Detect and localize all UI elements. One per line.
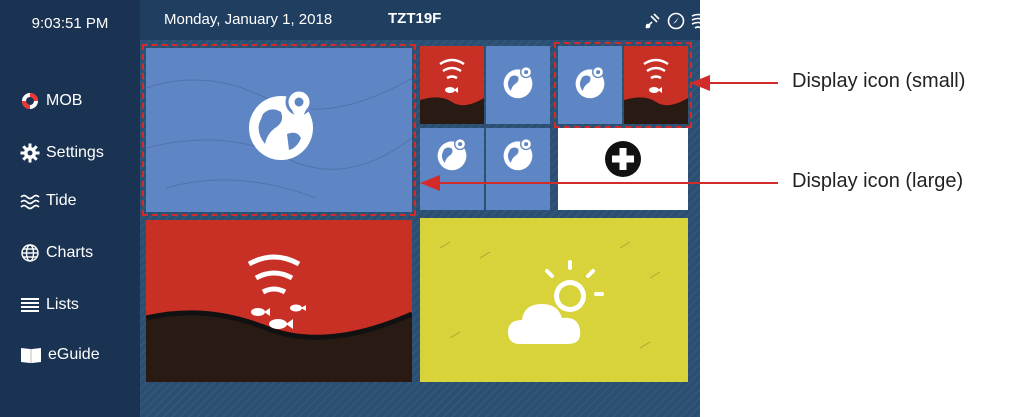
sidebar-item-label: eGuide bbox=[48, 346, 100, 363]
sidebar-item-label: Lists bbox=[46, 296, 79, 313]
display-icon-large-chart[interactable] bbox=[146, 48, 412, 212]
callout-label-small: Display icon (small) bbox=[792, 70, 966, 92]
sidebar-item-tide[interactable]: Tide bbox=[20, 188, 77, 214]
book-icon bbox=[21, 348, 41, 363]
callout-line-small bbox=[700, 82, 778, 84]
plus-circle-icon bbox=[605, 141, 641, 177]
sidebar-item-label: Charts bbox=[46, 244, 94, 261]
display-grid bbox=[140, 40, 700, 417]
compass-icon bbox=[667, 12, 685, 30]
display-icon-large-sonar[interactable] bbox=[146, 220, 412, 382]
callout-line-large bbox=[430, 182, 778, 184]
signal-icon bbox=[691, 13, 700, 29]
sonar-fish-icon bbox=[146, 254, 412, 382]
sidebar-item-label: Tide bbox=[46, 192, 77, 209]
display-icon-small-chart[interactable] bbox=[420, 128, 484, 210]
date-text: Monday, January 1, 2018 bbox=[164, 11, 333, 28]
globe-pin-icon bbox=[249, 88, 313, 160]
globe-pin-icon bbox=[575, 66, 605, 99]
add-display-button[interactable] bbox=[558, 128, 688, 210]
waves-icon bbox=[20, 194, 40, 210]
display-icon-small-sonar[interactable] bbox=[624, 46, 688, 124]
globe-pin-icon bbox=[437, 138, 467, 171]
model-name: TZT19F bbox=[388, 10, 442, 27]
globe-pin-icon bbox=[503, 138, 533, 171]
globe-pin-icon bbox=[503, 66, 533, 99]
sidebar-item-mob[interactable]: MOB bbox=[20, 88, 82, 114]
display-icon-weather[interactable] bbox=[420, 218, 688, 382]
sidebar-item-eguide[interactable]: eGuide bbox=[20, 342, 100, 368]
globe-icon bbox=[21, 244, 39, 262]
sonar-fish-icon bbox=[624, 58, 688, 124]
lifebuoy-icon bbox=[22, 93, 38, 109]
arrowhead-icon bbox=[420, 175, 440, 191]
device-screen: 9:03:51 PM MOB Settings Tide Charts List… bbox=[0, 0, 700, 417]
display-icon-small-chart[interactable] bbox=[486, 46, 550, 124]
sidebar-item-lists[interactable]: Lists bbox=[20, 292, 79, 318]
sonar-fish-icon bbox=[420, 58, 484, 124]
sidebar-item-label: Settings bbox=[46, 144, 104, 161]
list-icon bbox=[21, 298, 39, 312]
weather-cloud-sun-icon bbox=[439, 241, 661, 349]
sidebar-item-settings[interactable]: Settings bbox=[20, 140, 104, 166]
satellite-icon bbox=[645, 13, 660, 29]
display-icon-small-chart[interactable] bbox=[486, 128, 550, 210]
arrowhead-icon bbox=[690, 75, 710, 91]
sidebar: 9:03:51 PM MOB Settings Tide Charts List… bbox=[0, 0, 140, 417]
clock: 9:03:51 PM bbox=[31, 15, 109, 32]
display-icon-small-chart[interactable] bbox=[558, 46, 622, 124]
callout-label-large: Display icon (large) bbox=[792, 170, 964, 192]
gear-icon bbox=[20, 143, 40, 163]
sidebar-item-charts[interactable]: Charts bbox=[20, 240, 93, 266]
display-icon-small-sonar[interactable] bbox=[420, 46, 484, 124]
sidebar-item-label: MOB bbox=[46, 92, 83, 109]
top-status-bar: Monday, January 1, 2018 TZT19F bbox=[140, 0, 700, 40]
